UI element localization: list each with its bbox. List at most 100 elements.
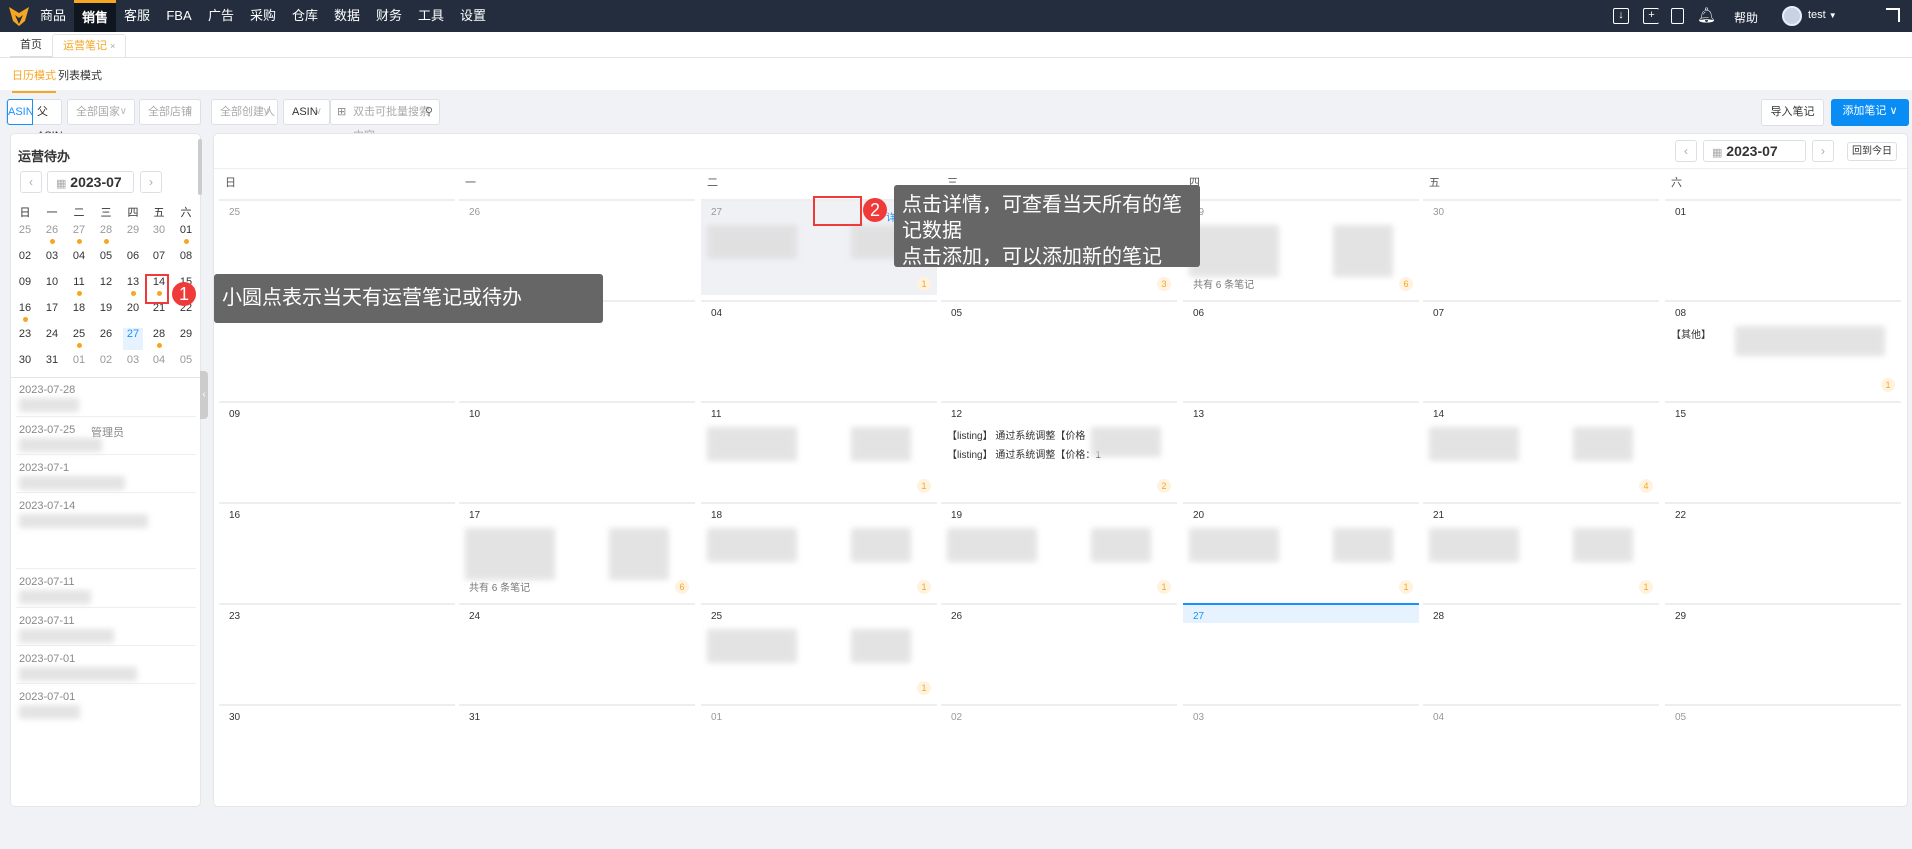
help-link[interactable]: 帮助	[1734, 9, 1758, 26]
mini-day[interactable]: 20	[123, 302, 143, 324]
calendar-day-cell[interactable]: 22	[1665, 502, 1901, 598]
note-count-summary[interactable]: 共有 6 条笔记	[469, 579, 530, 594]
search-icon[interactable]: ⚲	[425, 100, 433, 124]
todo-item[interactable]: 2023-07-25 管理员	[11, 422, 200, 458]
asin-option[interactable]: ASIN	[7, 99, 34, 125]
nav-menu-item[interactable]: 设置	[452, 0, 494, 32]
next-month-button[interactable]: ›	[1812, 140, 1834, 162]
calendar-day-cell[interactable]: 30	[219, 704, 455, 794]
prev-month-button[interactable]: ‹	[1675, 140, 1697, 162]
calendar-day-cell[interactable]: 08 【其他】 1	[1665, 300, 1901, 396]
nav-menu-item[interactable]: 商品	[32, 0, 74, 32]
import-notes-button[interactable]: 导入笔记	[1761, 99, 1824, 126]
calendar-day-cell[interactable]: 18 1	[701, 502, 937, 598]
mini-day[interactable]: 12	[96, 276, 116, 298]
mini-day[interactable]: 28	[149, 328, 169, 350]
search-type-select[interactable]: ASIN ∨	[283, 99, 330, 125]
mini-day[interactable]: 05	[96, 250, 116, 272]
todo-item[interactable]: 2023-07-01	[11, 651, 200, 687]
note-entry[interactable]: 【其他】	[1671, 326, 1711, 341]
nav-menu-item[interactable]: 仓库	[284, 0, 326, 32]
calendar-day-cell[interactable]: 07	[1423, 300, 1659, 396]
nav-menu-item[interactable]: FBA	[158, 0, 200, 32]
mini-day[interactable]: 30	[15, 354, 35, 376]
note-entry[interactable]: 【listing】 通过系统调整【价格：1	[947, 446, 1101, 461]
mini-day[interactable]: 27	[123, 328, 143, 350]
todo-item[interactable]: 2023-07-1	[11, 460, 200, 496]
scrollbar[interactable]	[198, 139, 202, 195]
country-select[interactable]: 全部国家 ∨	[67, 99, 135, 125]
calendar-day-cell[interactable]: 19 1	[941, 502, 1177, 598]
mini-day[interactable]: 05	[176, 354, 196, 376]
fox-logo-icon[interactable]	[8, 5, 30, 27]
mini-day[interactable]: 24	[42, 328, 62, 350]
nav-menu-item[interactable]: 销售	[74, 0, 116, 32]
nav-menu-item[interactable]: 广告	[200, 0, 242, 32]
calendar-day-cell[interactable]: 21 1	[1423, 502, 1659, 598]
mini-day[interactable]: 19	[96, 302, 116, 324]
calendar-day-cell[interactable]: 17 共有 6 条笔记 6	[459, 502, 695, 598]
mini-day[interactable]: 30	[149, 224, 169, 246]
calendar-day-cell[interactable]: 25 1	[701, 603, 937, 699]
calendar-day-cell[interactable]: 26	[941, 603, 1177, 699]
month-picker[interactable]: ▦ 2023-07	[47, 171, 134, 193]
mini-day[interactable]: 01	[69, 354, 89, 376]
mini-day[interactable]: 03	[42, 250, 62, 272]
note-count-summary[interactable]: 共有 6 条笔记	[1193, 276, 1254, 291]
calendar-day-cell[interactable]: 12 【listing】 通过系统调整【价格 【listing】 通过系统调整【价格…	[941, 401, 1177, 497]
fullscreen-icon[interactable]	[1886, 8, 1900, 22]
calendar-day-cell[interactable]: 29共有 6 条笔记6	[1183, 199, 1419, 295]
nav-menu-item[interactable]: 采购	[242, 0, 284, 32]
back-to-today-button[interactable]: 回到今日	[1847, 142, 1897, 161]
calendar-day-cell[interactable]: 11 1	[701, 401, 937, 497]
calendar-day-cell[interactable]: 13	[1183, 401, 1419, 497]
calendar-day-cell[interactable]: 03	[1183, 704, 1419, 794]
shop-select[interactable]: 全部店铺 ∨	[139, 99, 201, 125]
todo-item[interactable]: 2023-07-28	[11, 382, 200, 418]
calendar-day-cell[interactable]: 01	[701, 704, 937, 794]
creator-select[interactable]: 全部创建人 ∨	[211, 99, 278, 125]
download-icon[interactable]: ↓	[1613, 8, 1629, 24]
mini-day[interactable]: 16	[15, 302, 35, 324]
mini-day[interactable]: 29	[176, 328, 196, 350]
mini-day[interactable]: 09	[15, 276, 35, 298]
calendar-day-cell[interactable]: 16	[219, 502, 455, 598]
mini-day[interactable]: 31	[42, 354, 62, 376]
calendar-day-cell[interactable]: 14 4	[1423, 401, 1659, 497]
tab-calendar-mode[interactable]: 日历模式	[12, 67, 56, 93]
user-menu[interactable]: test ▼	[1808, 9, 1837, 21]
mini-day[interactable]: 29	[123, 224, 143, 246]
calendar-day-cell[interactable]: 28	[1423, 603, 1659, 699]
calendar-day-cell[interactable]: 02	[941, 704, 1177, 794]
mini-day[interactable]: 25	[15, 224, 35, 246]
mini-day[interactable]: 27	[69, 224, 89, 246]
mini-day[interactable]: 28	[96, 224, 116, 246]
mini-day[interactable]: 21	[149, 302, 169, 324]
add-note-button[interactable]: 添加笔记 ∨	[1831, 99, 1909, 126]
mini-day[interactable]: 26	[96, 328, 116, 350]
calendar-day-cell[interactable]: 20 1	[1183, 502, 1419, 598]
calendar-day-cell[interactable]: 04	[1423, 704, 1659, 794]
mini-day[interactable]: 02	[96, 354, 116, 376]
mini-day[interactable]: 11	[69, 276, 89, 298]
mini-day[interactable]: 17	[42, 302, 62, 324]
bell-icon[interactable]: 🔔︎	[1697, 6, 1716, 24]
calendar-day-cell[interactable]: 29	[1665, 603, 1901, 699]
nav-menu-item[interactable]: 客服	[116, 0, 158, 32]
mini-day[interactable]: 18	[69, 302, 89, 324]
calendar-day-cell[interactable]: 24	[459, 603, 695, 699]
calendar-day-cell[interactable]: 06	[1183, 300, 1419, 396]
prev-month-button[interactable]: ‹	[20, 171, 42, 193]
calendar-day-cell[interactable]: 23	[219, 603, 455, 699]
tab-list-mode[interactable]: 列表模式	[58, 67, 102, 83]
calendar-day-cell[interactable]: 05	[941, 300, 1177, 396]
tab-operation-notes[interactable]: 运营笔记 ×	[52, 34, 127, 58]
collapse-handle[interactable]: ‹	[200, 371, 208, 419]
calendar-day-cell[interactable]: 05	[1665, 704, 1901, 794]
todo-item[interactable]: 2023-07-14	[11, 498, 200, 534]
batch-grid-icon[interactable]: ⊞	[337, 100, 346, 124]
add-note-icon[interactable]: +	[1643, 8, 1659, 24]
next-month-button[interactable]: ›	[140, 171, 162, 193]
mini-day[interactable]: 23	[15, 328, 35, 350]
mini-day[interactable]: 03	[123, 354, 143, 376]
